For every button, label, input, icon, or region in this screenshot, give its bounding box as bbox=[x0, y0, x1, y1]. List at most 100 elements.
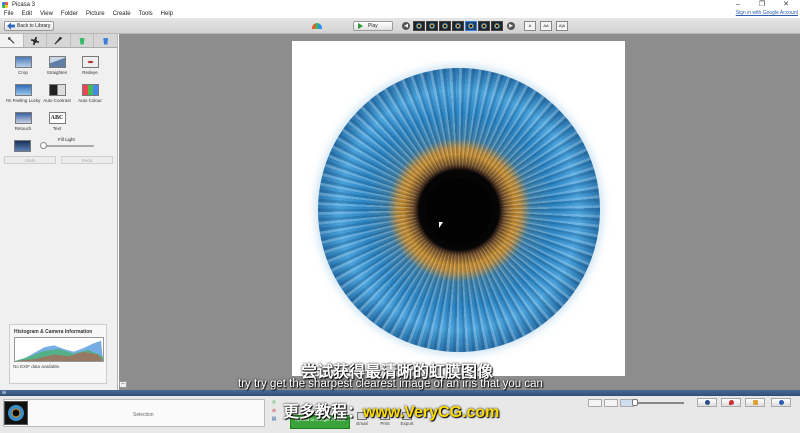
tag-icon bbox=[752, 400, 758, 405]
minimize-button[interactable]: – bbox=[726, 0, 750, 9]
picasa-logo-icon bbox=[2, 1, 8, 8]
list-view-button[interactable] bbox=[604, 399, 618, 407]
filmstrip-thumb[interactable] bbox=[413, 21, 425, 31]
tray-thumbnail[interactable] bbox=[4, 401, 28, 425]
zoom-slider[interactable] bbox=[636, 402, 684, 404]
play-icon bbox=[358, 23, 363, 29]
no-exif-text: No EXIF data available. bbox=[13, 364, 61, 369]
menu-tools[interactable]: Tools bbox=[135, 11, 157, 17]
close-button[interactable]: ✕ bbox=[774, 0, 798, 9]
menu-view[interactable]: View bbox=[36, 11, 57, 17]
menu-picture[interactable]: Picture bbox=[82, 11, 109, 17]
filmstrip-thumb[interactable] bbox=[426, 21, 438, 31]
zoom-slider-knob[interactable] bbox=[632, 399, 638, 406]
iris-thumb-icon bbox=[442, 23, 448, 29]
redeye-tool[interactable]: Redeye bbox=[72, 56, 108, 75]
auto-contrast-tool[interactable]: Auto Contrast bbox=[39, 84, 75, 103]
fill-light-slider-knob[interactable] bbox=[40, 142, 47, 149]
crop-icon bbox=[14, 56, 32, 68]
retouch-label: Retouch bbox=[14, 126, 32, 131]
tab-basic-fixes[interactable] bbox=[0, 34, 24, 47]
title-bar: Picasa 3 – ❐ ✕ bbox=[0, 0, 800, 9]
filmstrip-thumb[interactable] bbox=[478, 21, 490, 31]
info-button[interactable] bbox=[771, 398, 791, 407]
subtitle-watermark-url: www.VeryCG.com bbox=[363, 404, 500, 421]
retouch-tool[interactable]: Retouch bbox=[5, 112, 41, 131]
filmstrip-thumb[interactable] bbox=[452, 21, 464, 31]
straighten-label: Straighten bbox=[46, 70, 68, 75]
fill-light-slider[interactable] bbox=[42, 145, 94, 147]
histogram-graph bbox=[14, 337, 104, 362]
menu-folder[interactable]: Folder bbox=[57, 11, 82, 17]
auto-colour-tool[interactable]: Auto Colour bbox=[72, 84, 108, 103]
label-icon[interactable]: ▤ bbox=[271, 416, 277, 422]
photo-view[interactable] bbox=[292, 41, 625, 376]
places-button[interactable] bbox=[721, 398, 741, 407]
subtitle-english: try try get the sharpest clearest image … bbox=[238, 378, 543, 390]
straighten-tool[interactable]: Straighten bbox=[39, 56, 75, 75]
undo-button[interactable]: Undo bbox=[4, 156, 56, 164]
view-mode-double[interactable]: AA bbox=[540, 21, 552, 31]
iris-thumb-icon bbox=[8, 405, 24, 421]
contrast-icon bbox=[48, 84, 66, 96]
colour-icon bbox=[81, 84, 99, 96]
menu-help[interactable]: Help bbox=[157, 11, 177, 17]
collage-button[interactable] bbox=[310, 21, 324, 31]
play-label: Play bbox=[368, 23, 378, 29]
redo-button[interactable]: Redo bbox=[61, 156, 113, 164]
menu-file[interactable]: File bbox=[0, 11, 18, 17]
menu-edit[interactable]: Edit bbox=[18, 11, 36, 17]
next-photo-button[interactable]: ▶ bbox=[505, 21, 517, 31]
filmstrip-thumb[interactable] bbox=[439, 21, 451, 31]
view-mode-single[interactable]: A bbox=[524, 21, 536, 31]
previous-photo-button[interactable]: ◀ bbox=[400, 21, 412, 31]
feeling-lucky-tool[interactable]: I'm Feeling Lucky bbox=[5, 84, 41, 103]
tab-effects[interactable] bbox=[47, 34, 71, 47]
pupil bbox=[426, 178, 492, 244]
maximize-button[interactable]: ❐ bbox=[750, 0, 774, 9]
play-slideshow-button[interactable]: Play bbox=[353, 21, 393, 31]
auto-colour-label: Auto Colour bbox=[78, 98, 102, 103]
menu-create[interactable]: Create bbox=[109, 11, 135, 17]
histogram-title: Histogram & Camera Information bbox=[14, 329, 93, 335]
people-button[interactable] bbox=[697, 398, 717, 407]
filmstrip bbox=[413, 21, 503, 31]
selection-label: Selection bbox=[133, 412, 154, 418]
redeye-label: Redeye bbox=[82, 70, 98, 75]
text-tool[interactable]: ABC Text bbox=[39, 112, 75, 131]
photo-canvas: – bbox=[119, 34, 800, 390]
back-to-library-label: Back to Library bbox=[17, 23, 51, 29]
tab-tuning[interactable] bbox=[24, 34, 48, 47]
iris-thumb-icon bbox=[481, 23, 487, 29]
crop-tool[interactable]: Crop bbox=[5, 56, 41, 75]
window-title: Picasa 3 bbox=[12, 1, 36, 8]
mouse-cursor-icon bbox=[439, 222, 443, 228]
feeling-lucky-label: I'm Feeling Lucky bbox=[5, 98, 41, 103]
sign-in-link[interactable]: Sign in with Google Account bbox=[736, 10, 798, 16]
tags-button[interactable] bbox=[745, 398, 765, 407]
text-icon: ABC bbox=[48, 112, 66, 124]
fill-light-label: Fill Light bbox=[58, 137, 75, 142]
pin-icon[interactable]: ⚲ bbox=[271, 400, 277, 406]
text-label: Text bbox=[52, 126, 62, 131]
back-to-library-button[interactable]: Back to Library bbox=[4, 21, 54, 31]
clear-icon[interactable]: ⊘ bbox=[271, 408, 277, 414]
histogram-panel: Histogram & Camera Information No EXIF d… bbox=[9, 324, 107, 384]
iris-thumb-icon bbox=[494, 23, 500, 29]
view-mode-compare[interactable]: A|A bbox=[556, 21, 568, 31]
map-pin-icon bbox=[728, 400, 734, 405]
filmstrip-thumb[interactable] bbox=[491, 21, 503, 31]
tab-effects-2[interactable] bbox=[71, 34, 95, 47]
person-icon bbox=[704, 400, 710, 405]
collapse-panel-button[interactable]: – bbox=[119, 381, 127, 388]
arrow-right-icon: ▶ bbox=[507, 22, 515, 30]
thumbnail-view-button[interactable] bbox=[588, 399, 602, 407]
iris-thumb-icon bbox=[468, 23, 474, 29]
paint-bucket-blue-icon bbox=[103, 38, 109, 45]
iris-image bbox=[318, 68, 600, 352]
filmstrip-thumb-selected[interactable] bbox=[465, 21, 477, 31]
subtitle-watermark-prefix: 更多教程： bbox=[283, 404, 364, 421]
info-icon bbox=[778, 400, 784, 405]
eye-icon bbox=[81, 56, 99, 68]
tab-effects-3[interactable] bbox=[94, 34, 118, 47]
